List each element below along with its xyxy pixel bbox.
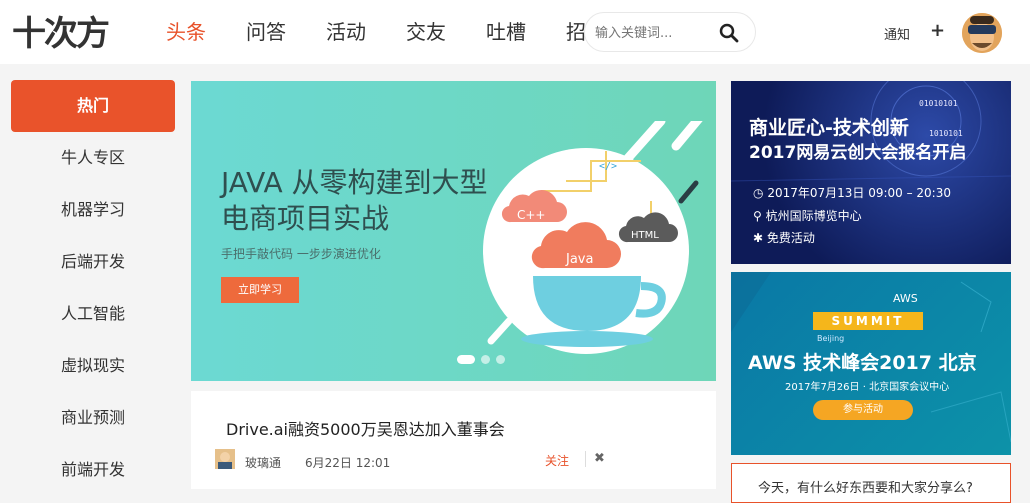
avatar[interactable]	[962, 13, 1002, 53]
top-header: 十次方 头条 问答 活动 交友 吐槽 招聘 通知 +	[0, 0, 1030, 64]
carousel-dot-1[interactable]	[457, 355, 475, 364]
sidebar-item-vr[interactable]: 虚拟现实	[11, 340, 175, 392]
search-input[interactable]	[595, 22, 715, 44]
ad1-price-row: ✱ 免费活动	[753, 229, 815, 246]
carousel-dots	[457, 355, 505, 364]
nav-item-rant[interactable]: 吐槽	[486, 18, 526, 46]
banner-carousel[interactable]: JAVA 从零构建到大型 电商项目实战 手把手敲代码 一步步演进优化 立即学习 …	[191, 81, 716, 381]
article-title[interactable]: Drive.ai融资5000万吴恩达加入董事会	[226, 416, 505, 440]
location-pin-icon: ⚲	[753, 209, 762, 223]
share-prompt-box[interactable]: 今天，有什么好东西要和大家分享么?	[731, 463, 1011, 503]
category-sidebar: 热门 牛人专区 机器学习 后端开发 人工智能 虚拟现实 商业预测 前端开发	[11, 80, 175, 496]
ad-aws-summit[interactable]: AWS SUMMIT Beijing AWS 技术峰会2017 北京 2017年…	[731, 272, 1011, 455]
nav-item-social[interactable]: 交友	[406, 18, 446, 46]
author-avatar-image	[215, 449, 235, 469]
ad1-binary-line2: 1010101	[929, 129, 963, 138]
ad1-date: 2017年07月13日 09:00 – 20:30	[767, 186, 951, 200]
author-avatar[interactable]	[215, 449, 235, 469]
join-event-button[interactable]: 参与活动	[813, 400, 913, 420]
svg-text:C++: C++	[517, 208, 546, 222]
sidebar-item-backend[interactable]: 后端开发	[11, 236, 175, 288]
ad1-location: 杭州国际博览中心	[765, 209, 862, 223]
city-label: Beijing	[817, 334, 845, 343]
summit-badge: SUMMIT	[813, 312, 923, 330]
notification-link[interactable]: 通知	[884, 24, 910, 43]
article-card: Drive.ai融资5000万吴恩达加入董事会 玻璃通 6月22日 12:01 …	[191, 391, 716, 489]
banner-title: JAVA 从零构建到大型 电商项目实战	[221, 165, 488, 237]
sidebar-item-hot[interactable]: 热门	[11, 80, 175, 132]
svg-text:</>: </>	[599, 161, 617, 172]
article-time: 6月22日 12:01	[305, 456, 391, 470]
banner-title-line1: JAVA 从零构建到大型	[221, 166, 488, 199]
main-nav: 头条 问答 活动 交友 吐槽 招聘	[166, 18, 646, 46]
ad1-binary-line1: 01010101	[919, 99, 958, 108]
search-box	[584, 12, 756, 52]
nav-item-qa[interactable]: 问答	[246, 18, 286, 46]
ad1-subtitle: 2017网易云创大会报名开启	[749, 143, 967, 163]
ad2-date: 2017年7月26日 · 北京国家会议中心	[785, 382, 950, 393]
java-cup-illustration: </> C++ HTML Java	[483, 121, 703, 354]
author-name[interactable]: 玻璃通	[245, 454, 281, 471]
nav-item-events[interactable]: 活动	[326, 18, 366, 46]
ad1-location-row: ⚲ 杭州国际博览中心	[753, 207, 862, 224]
learn-now-button[interactable]: 立即学习	[221, 277, 299, 303]
ad1-date-row: ◷ 2017年07月13日 09:00 – 20:30	[753, 184, 951, 201]
search-icon[interactable]	[719, 23, 739, 43]
carousel-dot-3[interactable]	[496, 355, 505, 364]
ad1-title: 商业匠心-技术创新	[749, 117, 909, 139]
sidebar-item-machine-learning[interactable]: 机器学习	[11, 184, 175, 236]
activity-icon: ✱	[753, 231, 764, 245]
carousel-dot-2[interactable]	[481, 355, 490, 364]
sidebar-item-experts[interactable]: 牛人专区	[11, 132, 175, 184]
svg-text:HTML: HTML	[631, 230, 659, 241]
sidebar-item-frontend[interactable]: 前端开发	[11, 444, 175, 496]
close-icon[interactable]: ✖	[594, 451, 605, 466]
svg-text:Java: Java	[565, 252, 593, 267]
svg-text:十次方: 十次方	[12, 14, 109, 52]
follow-button[interactable]: 关注	[545, 452, 569, 469]
avatar-image	[962, 13, 1002, 53]
sidebar-item-business[interactable]: 商业预测	[11, 392, 175, 444]
ad2-title: AWS 技术峰会2017 北京	[748, 352, 977, 374]
clock-icon: ◷	[753, 186, 764, 200]
divider	[585, 451, 586, 467]
site-logo[interactable]: 十次方	[12, 12, 152, 52]
banner-title-line2: 电商项目实战	[221, 202, 390, 235]
sidebar-item-ai[interactable]: 人工智能	[11, 288, 175, 340]
aws-label: AWS	[893, 292, 918, 305]
banner-subtitle: 手把手敲代码 一步步演进优化	[221, 247, 381, 261]
add-icon[interactable]: +	[930, 20, 945, 41]
ad-netease-cloud[interactable]: 01010101 1010101 商业匠心-技术创新 2017网易云创大会报名开…	[731, 81, 1011, 264]
ad1-price: 免费活动	[766, 231, 815, 245]
share-prompt-text: 今天，有什么好东西要和大家分享么?	[758, 481, 973, 496]
nav-item-headlines[interactable]: 头条	[166, 18, 206, 46]
